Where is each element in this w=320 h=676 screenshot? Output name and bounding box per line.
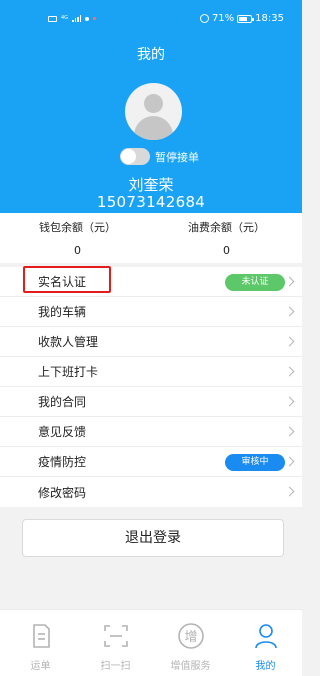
menu-item-epidemic-control[interactable]: 疫情防控 审核中 <box>0 447 302 477</box>
menu-item-feedback[interactable]: 意见反馈 <box>0 417 302 447</box>
avatar[interactable] <box>125 83 182 140</box>
chevron-right-icon <box>284 456 295 467</box>
signal-icon <box>72 15 82 22</box>
chevron-right-icon <box>284 426 295 437</box>
chevron-right-icon <box>284 366 295 377</box>
pause-orders-label: 暂停接单 <box>155 150 199 164</box>
chevron-right-icon <box>284 336 295 347</box>
logout-button[interactable]: 退出登录 <box>22 519 284 557</box>
tab-label: 我的 <box>255 661 276 672</box>
wallet-balance-value: 0 <box>74 244 81 257</box>
tab-label: 增值服务 <box>170 661 211 672</box>
waybill-icon <box>33 624 50 648</box>
menu-item-my-vehicles[interactable]: 我的车辆 <box>0 297 302 327</box>
menu-item-label: 收款人管理 <box>38 335 99 349</box>
fuel-balance-label: 油费余额（元） <box>188 221 265 234</box>
network-type: 4G <box>61 15 69 21</box>
chevron-right-icon <box>284 486 295 497</box>
notification-dot-icon <box>85 16 90 21</box>
tab-scan[interactable]: 扫一扫 <box>78 610 153 676</box>
value-added-glyph: 增 <box>184 630 197 645</box>
menu-list: 实名认证 未认证 我的车辆 收款人管理 上下班打卡 我的合同 意见反馈 疫情防控… <box>0 267 302 507</box>
logout-area: 退出登录 <box>0 508 302 588</box>
scan-icon <box>104 625 128 647</box>
chevron-right-icon <box>284 306 295 317</box>
alarm-icon <box>199 14 209 23</box>
avatar-head-icon <box>144 94 163 113</box>
menu-item-clock-in[interactable]: 上下班打卡 <box>0 357 302 387</box>
wallet-balance-label: 钱包余额（元） <box>39 221 116 234</box>
menu-item-label: 实名认证 <box>38 275 87 289</box>
value-added-icon: 增 <box>178 623 204 649</box>
status-badge: 审核中 <box>225 454 285 471</box>
profile-icon <box>255 624 277 649</box>
status-badge: 未认证 <box>225 274 285 291</box>
balances-panel: 钱包余额（元） 0 油费余额（元） 0 <box>0 213 302 263</box>
status-bar: 4G 71% 18:35 <box>0 13 302 29</box>
chevron-right-icon <box>284 396 295 407</box>
toggle-knob <box>121 149 136 164</box>
app-notification-icon <box>93 17 97 20</box>
fuel-balance-value: 0 <box>223 244 230 257</box>
bottom-tab-bar: 运单 扫一扫 增 增值服务 我的 <box>0 609 302 676</box>
tab-waybill[interactable]: 运单 <box>3 610 78 676</box>
pause-orders-row: 暂停接单 <box>120 148 199 165</box>
wallet-balance[interactable]: 钱包余额（元） 0 <box>2 219 153 257</box>
menu-item-label: 疫情防控 <box>38 455 87 469</box>
page-title: 我的 <box>137 47 165 63</box>
tab-mine[interactable]: 我的 <box>228 610 303 676</box>
menu-item-payee-management[interactable]: 收款人管理 <box>0 327 302 357</box>
battery-icon <box>237 14 255 23</box>
avatar-body-icon <box>134 116 173 140</box>
menu-item-label: 上下班打卡 <box>38 365 99 379</box>
battery-percent: 71% <box>211 13 235 24</box>
chevron-right-icon <box>284 276 295 287</box>
menu-item-my-contracts[interactable]: 我的合同 <box>0 387 302 417</box>
tab-label: 运单 <box>30 661 51 672</box>
menu-item-label: 我的合同 <box>38 395 87 409</box>
tab-value-added-services[interactable]: 增 增值服务 <box>153 610 228 676</box>
pause-orders-toggle[interactable] <box>120 148 150 165</box>
menu-item-real-name-auth[interactable]: 实名认证 未认证 <box>0 267 302 297</box>
menu-item-change-password[interactable]: 修改密码 <box>0 477 302 507</box>
menu-item-label: 我的车辆 <box>38 305 87 319</box>
tab-label: 扫一扫 <box>100 661 131 672</box>
fuel-balance[interactable]: 油费余额（元） 0 <box>151 219 302 257</box>
hd-icon <box>48 15 57 22</box>
menu-item-label: 意见反馈 <box>38 425 87 439</box>
clock: 18:35 <box>255 13 284 24</box>
user-name: 刘奎荣 <box>128 176 174 194</box>
status-right: 71% 18:35 <box>199 13 284 24</box>
status-left: 4G <box>48 15 97 22</box>
profile-header: 4G 71% 18:35 我的 暂停接单 刘奎荣 15073142684 <box>0 0 302 213</box>
user-phone: 15073142684 <box>96 193 206 211</box>
menu-item-label: 修改密码 <box>38 485 87 500</box>
